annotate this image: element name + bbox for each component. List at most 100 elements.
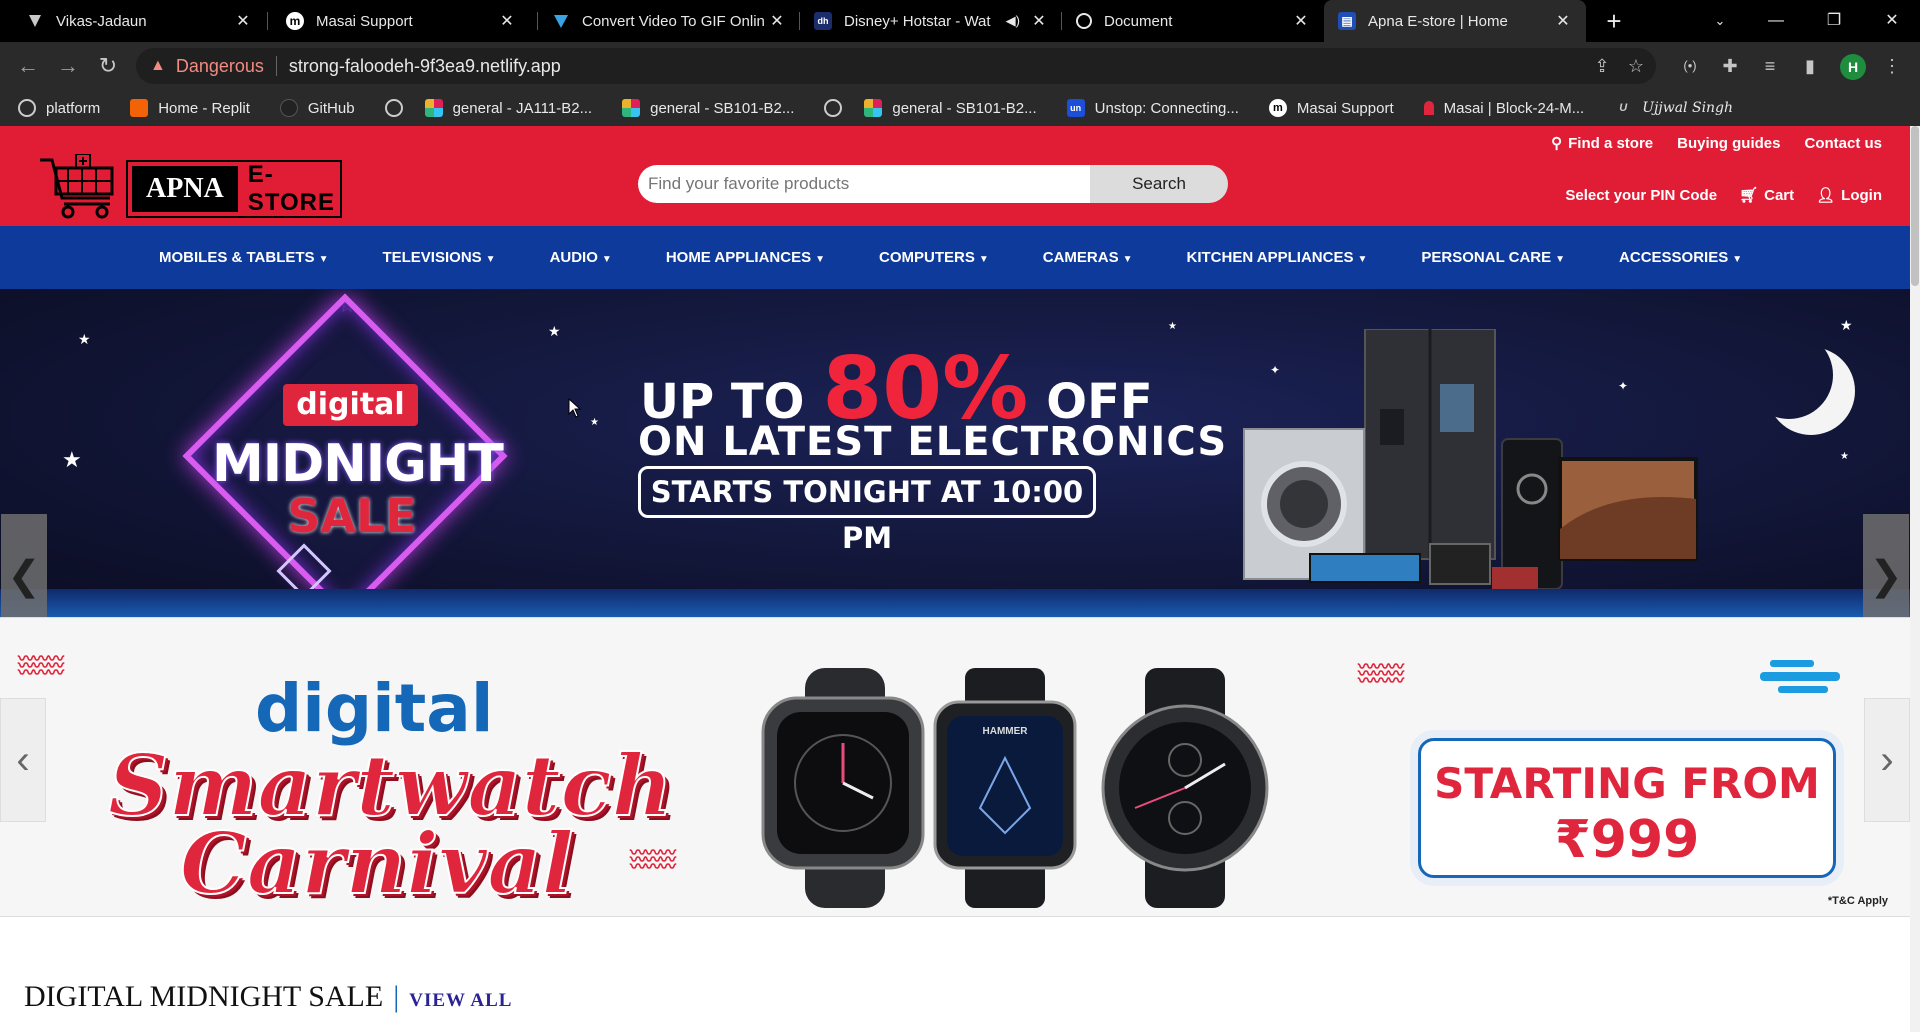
midnight-text: MIDNIGHT — [212, 434, 504, 494]
close-icon[interactable]: ✕ — [1290, 11, 1312, 31]
star-icon: ★ — [1840, 451, 1849, 462]
menu-icon[interactable]: ⋮ — [1880, 54, 1904, 78]
profile-avatar[interactable]: H — [1840, 54, 1866, 80]
browser-tab[interactable]: dh Disney+ Hotstar - Wat ◀) ✕ — [800, 0, 1062, 42]
tab-search-icon[interactable]: ⌄ — [1692, 0, 1748, 42]
category-kitchen-appliances[interactable]: KITCHEN APPLIANCES ▼ — [1187, 249, 1368, 266]
bookmark-item[interactable]: Masai | Block-24-M... — [1423, 100, 1584, 117]
promo-next-button[interactable]: › — [1864, 698, 1910, 822]
start-time-box: STARTS TONIGHT AT 10:00 PM — [638, 466, 1096, 555]
category-nav: MOBILES & TABLETS ▼ TELEVISIONS ▼ AUDIO ▼ H… — [0, 226, 1910, 289]
bookmark-item[interactable]: GitHub — [279, 99, 355, 117]
bookmark-item[interactable] — [824, 99, 852, 117]
page-scrollbar[interactable] — [1910, 126, 1920, 1032]
close-icon[interactable]: ✕ — [496, 11, 518, 31]
browser-tab[interactable]: m Masai Support ✕ — [268, 0, 530, 42]
category-mobiles-tablets[interactable]: MOBILES & TABLETS ▼ — [159, 249, 328, 266]
reload-button[interactable]: ↻ — [92, 50, 124, 82]
close-icon[interactable]: ✕ — [766, 11, 788, 31]
category-computers[interactable]: COMPUTERS ▼ — [879, 249, 989, 266]
forward-button[interactable]: → — [52, 50, 84, 82]
bookmark-item[interactable]: platform — [18, 99, 100, 117]
site-logo[interactable]: APNA E-STORE — [38, 154, 343, 224]
bookmark-item[interactable]: general - SB101-B2... — [622, 99, 794, 117]
bookmark-star-icon[interactable]: ☆ — [1624, 54, 1648, 78]
browser-tab[interactable]: Convert Video To GIF Onlin ✕ — [538, 0, 800, 42]
cart-link[interactable]: 🛒︎ Cart — [1739, 186, 1794, 205]
promo-carnival-text: Carnival — [179, 813, 575, 914]
globe-icon — [384, 99, 403, 117]
close-window-button[interactable]: ✕ — [1864, 0, 1920, 42]
search-input[interactable] — [638, 165, 1090, 203]
browser-toolbar: ← → ↻ ▲ Dangerous strong-faloodeh-9f3ea9… — [0, 42, 1920, 90]
masai-icon: m — [286, 12, 304, 30]
close-icon[interactable]: ✕ — [232, 11, 254, 31]
price-amount: ₹999 — [1554, 810, 1700, 870]
security-status[interactable]: Dangerous — [176, 56, 264, 77]
globe-icon — [18, 99, 36, 117]
stripe-decoration — [1760, 660, 1840, 693]
minimize-button[interactable]: — — [1748, 0, 1804, 42]
browser-tab[interactable]: Document ✕ — [1062, 0, 1324, 42]
back-button[interactable]: ← — [12, 50, 44, 82]
star-icon: ★ — [78, 331, 91, 347]
category-cameras[interactable]: CAMERAS ▼ — [1043, 249, 1133, 266]
bookmark-item[interactable] — [384, 99, 413, 117]
media-control-icon[interactable]: ≡ — [1758, 54, 1782, 78]
new-tab-button[interactable]: + — [1599, 6, 1629, 36]
bookmark-item[interactable]: U Ujjwal Singh — [1614, 99, 1733, 117]
speaker-icon[interactable]: ◀) — [1006, 13, 1020, 29]
bookmark-item[interactable]: un Unstop: Connecting... — [1066, 99, 1239, 117]
top-links: ⚲ Find a store Buying guides Contact us — [1551, 134, 1882, 153]
caret-down-icon: ▼ — [601, 254, 612, 265]
bookmark-item[interactable]: general - SB101-B2... — [864, 99, 1037, 117]
bookmark-item[interactable]: m Masai Support — [1268, 99, 1394, 117]
category-home-appliances[interactable]: HOME APPLIANCES ▼ — [666, 249, 825, 266]
warning-icon[interactable]: ▲ — [150, 57, 166, 75]
slack-icon — [424, 99, 443, 117]
extension-icon[interactable]: (•) — [1678, 54, 1702, 78]
star-icon: ★ — [548, 323, 561, 339]
midnight-sale-banner[interactable]: ☆ ★ ★ ★ ★ ✦ ✦ ★ ★ ★ digital MIDNIGHT SAL… — [0, 289, 1910, 617]
view-all-link[interactable]: VIEW ALL — [409, 990, 512, 1012]
tab-title: Apna E-store | Home — [1368, 12, 1508, 30]
address-bar[interactable]: ▲ Dangerous strong-faloodeh-9f3ea9.netli… — [136, 48, 1656, 84]
tab-title: Masai Support — [316, 12, 413, 30]
smartwatch-carnival-banner[interactable]: 〰〰〰 〰〰〰 〰〰〰 〰〰〰 〰〰〰 〰〰〰 〰〰〰 〰〰〰 〰〰〰 digital Sm… — [0, 617, 1910, 917]
browser-tab-active[interactable]: ▤ Apna E-store | Home ✕ — [1324, 0, 1586, 42]
pincode-link[interactable]: Select your PIN Code — [1565, 186, 1717, 204]
logo-estore: E-STORE — [247, 161, 336, 216]
category-televisions[interactable]: TELEVISIONS ▼ — [382, 249, 495, 266]
restore-button[interactable]: ❐ — [1806, 0, 1862, 42]
buying-guides-link[interactable]: Buying guides — [1677, 134, 1780, 152]
side-panel-icon[interactable]: ▮ — [1798, 54, 1822, 78]
close-icon[interactable]: ✕ — [1552, 11, 1574, 31]
close-icon[interactable]: ✕ — [1028, 11, 1050, 31]
category-audio[interactable]: AUDIO ▼ — [550, 249, 612, 266]
bookmark-item[interactable]: general - JA111-B2... — [424, 99, 592, 117]
login-link[interactable]: 👤︎ Login — [1816, 186, 1882, 205]
promo-prev-button[interactable]: ‹ — [0, 698, 46, 822]
browser-tab[interactable]: Vikas-Jadaun ✕ — [0, 0, 266, 42]
share-icon[interactable]: ⇪ — [1590, 54, 1614, 78]
map-pin-icon: ⚲ — [1551, 135, 1563, 152]
contact-link[interactable]: Contact us — [1804, 134, 1882, 152]
slack-icon — [622, 99, 641, 117]
site-header: APNA E-STORE Search ⚲Find a store Buying… — [0, 126, 1910, 226]
zigzag-decoration: 〰〰〰 〰〰〰 〰〰〰 — [630, 845, 676, 876]
url-text[interactable]: strong-faloodeh-9f3ea9.netlify.app — [289, 56, 561, 77]
search-button[interactable]: Search — [1090, 165, 1228, 203]
user-icon: 👤︎ — [1816, 187, 1836, 204]
mouse-cursor-icon — [568, 398, 582, 418]
star-icon: ★ — [1168, 321, 1177, 332]
price-label: STARTING FROM — [1434, 759, 1820, 808]
category-personal-care[interactable]: PERSONAL CARE ▼ — [1421, 249, 1565, 266]
web-page: APNA E-STORE Search ⚲Find a store Buying… — [0, 126, 1920, 1032]
category-accessories[interactable]: ACCESSORIES ▼ — [1619, 249, 1742, 266]
find-store-link[interactable]: ⚲ Find a store — [1551, 134, 1653, 153]
chevron-left-icon: ‹ — [16, 737, 30, 782]
puzzle-icon[interactable]: ✚ — [1718, 54, 1742, 78]
chevron-left-icon: ❮ — [7, 554, 41, 598]
scrollbar-thumb[interactable] — [1911, 126, 1919, 286]
bookmark-item[interactable]: Home - Replit — [130, 99, 250, 117]
